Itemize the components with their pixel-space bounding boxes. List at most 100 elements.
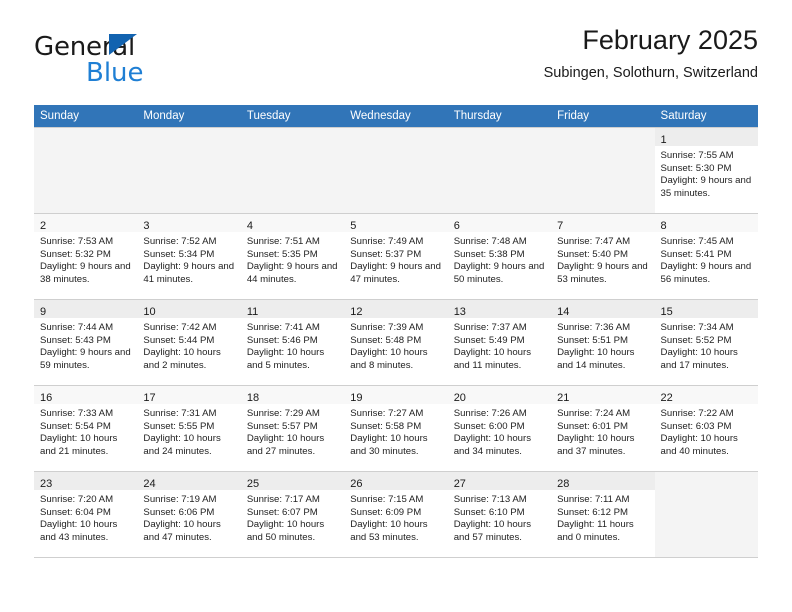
sunset-text: Sunset: 6:01 PM (557, 420, 629, 432)
day-4[interactable]: 4 Sunrise: 7:51 AM Sunset: 5:35 PM Daylight… (240, 213, 345, 299)
day-23[interactable]: 23 Sunrise: 7:20 AM Sunset: 6:04 PM Dayligh… (34, 471, 138, 557)
day-sun-info: Sunrise: 7:37 AM Sunset: 5:49 PM Daylight:… (448, 318, 551, 372)
day-2[interactable]: 2 Sunrise: 7:53 AM Sunset: 5:32 PM Daylight… (34, 213, 138, 299)
daylight-text: Daylight: 10 hours and 47 minutes. (143, 519, 221, 543)
sunset-text: Sunset: 5:54 PM (40, 420, 111, 432)
calendar-week-row: 23 Sunrise: 7:20 AM Sunset: 6:04 PM Dayligh… (34, 471, 758, 558)
sunrise-text: Sunrise: 7:22 AM (660, 408, 734, 419)
sunrise-text: Sunrise: 7:55 AM (660, 150, 734, 161)
day-3[interactable]: 3 Sunrise: 7:52 AM Sunset: 5:34 PM Daylight… (137, 213, 241, 299)
daylight-text: Daylight: 10 hours and 53 minutes. (350, 519, 428, 543)
day-number: 7 (557, 220, 564, 232)
sunset-text: Sunset: 5:57 PM (246, 420, 318, 432)
day-number: 18 (246, 392, 260, 404)
empty-day (447, 127, 552, 213)
day-26[interactable]: 26 Sunrise: 7:15 AM Sunset: 6:09 PM Dayligh… (344, 471, 448, 557)
sunset-text: Sunset: 5:48 PM (350, 334, 422, 346)
day-number: 1 (660, 134, 667, 146)
day-number: 22 (660, 392, 673, 404)
calendar-day-cell: 3 Sunrise: 7:52 AM Sunset: 5:34 PM Daylight… (137, 213, 241, 299)
sunrise-text: Sunrise: 7:53 AM (40, 236, 114, 247)
calendar-day-cell: 8 Sunrise: 7:45 AM Sunset: 5:41 PM Daylight… (654, 213, 758, 299)
day-5[interactable]: 5 Sunrise: 7:49 AM Sunset: 5:37 PM Daylight… (344, 213, 448, 299)
day-number: 25 (246, 478, 260, 490)
day-number: 13 (453, 306, 466, 318)
daylight-text: Daylight: 10 hours and 21 minutes. (40, 433, 118, 457)
day-20[interactable]: 20 Sunrise: 7:26 AM Sunset: 6:00 PM Dayligh… (447, 385, 552, 471)
day-number-bar: 15 (654, 300, 758, 318)
daylight-text: Daylight: 10 hours and 24 minutes. (143, 433, 221, 457)
empty-day (34, 127, 138, 213)
calendar-day-cell: 23 Sunrise: 7:20 AM Sunset: 6:04 PM Dayligh… (34, 471, 138, 558)
calendar-day-cell-empty (447, 127, 552, 213)
daylight-text: Daylight: 10 hours and 40 minutes. (660, 433, 738, 457)
daylight-text: Daylight: 10 hours and 17 minutes. (660, 347, 738, 371)
day-17[interactable]: 17 Sunrise: 7:31 AM Sunset: 5:55 PM Dayligh… (137, 385, 241, 471)
day-8[interactable]: 8 Sunrise: 7:45 AM Sunset: 5:41 PM Daylight… (654, 213, 758, 299)
title-block: February 2025 Subingen, Solothurn, Switz… (544, 24, 758, 84)
day-19[interactable]: 19 Sunrise: 7:27 AM Sunset: 5:58 PM Dayligh… (344, 385, 448, 471)
weekday-header-saturday: Saturday (654, 105, 758, 127)
day-28[interactable]: 28 Sunrise: 7:11 AM Sunset: 6:12 PM Dayligh… (551, 471, 655, 557)
day-18[interactable]: 18 Sunrise: 7:29 AM Sunset: 5:57 PM Dayligh… (240, 385, 345, 471)
sunrise-text: Sunrise: 7:26 AM (453, 408, 527, 419)
day-24[interactable]: 24 Sunrise: 7:19 AM Sunset: 6:06 PM Dayligh… (137, 471, 241, 557)
sunrise-text: Sunrise: 7:42 AM (143, 322, 217, 333)
sunset-text: Sunset: 5:34 PM (143, 248, 215, 260)
day-sun-info: Sunrise: 7:52 AM Sunset: 5:34 PM Daylight:… (137, 232, 240, 286)
day-1[interactable]: 1 Sunrise: 7:55 AM Sunset: 5:30 PM Daylight… (654, 127, 758, 213)
sunset-text: Sunset: 5:44 PM (143, 334, 215, 346)
day-sun-info: Sunrise: 7:34 AM Sunset: 5:52 PM Daylight:… (655, 318, 758, 372)
calendar-day-cell: 22 Sunrise: 7:22 AM Sunset: 6:03 PM Dayligh… (654, 385, 758, 471)
sunset-text: Sunset: 5:52 PM (660, 334, 732, 346)
sunset-text: Sunset: 6:12 PM (557, 506, 629, 518)
calendar-day-cell-empty (344, 127, 448, 213)
day-number-bar: 27 (447, 472, 552, 490)
sunrise-text: Sunrise: 7:36 AM (557, 322, 631, 333)
daylight-text: Daylight: 9 hours and 44 minutes. (246, 261, 338, 285)
calendar-day-cell: 14 Sunrise: 7:36 AM Sunset: 5:51 PM Dayligh… (551, 299, 655, 385)
page-header: General Blue February 2025 Subingen, Sol… (34, 24, 758, 100)
day-number: 5 (350, 220, 357, 232)
day-number-bar: 25 (240, 472, 345, 490)
day-number: 28 (557, 478, 570, 490)
calendar-day-cell: 17 Sunrise: 7:31 AM Sunset: 5:55 PM Dayligh… (137, 385, 241, 471)
day-16[interactable]: 16 Sunrise: 7:33 AM Sunset: 5:54 PM Dayligh… (34, 385, 138, 471)
sunrise-text: Sunrise: 7:29 AM (246, 408, 320, 419)
sunrise-text: Sunrise: 7:51 AM (246, 236, 320, 247)
day-9[interactable]: 9 Sunrise: 7:44 AM Sunset: 5:43 PM Daylight… (34, 299, 138, 385)
sunset-text: Sunset: 5:38 PM (453, 248, 525, 260)
day-11[interactable]: 11 Sunrise: 7:41 AM Sunset: 5:46 PM Dayligh… (240, 299, 345, 385)
day-sun-info: Sunrise: 7:22 AM Sunset: 6:03 PM Daylight:… (655, 404, 758, 458)
day-13[interactable]: 13 Sunrise: 7:37 AM Sunset: 5:49 PM Dayligh… (447, 299, 552, 385)
day-6[interactable]: 6 Sunrise: 7:48 AM Sunset: 5:38 PM Daylight… (447, 213, 552, 299)
day-10[interactable]: 10 Sunrise: 7:42 AM Sunset: 5:44 PM Dayligh… (137, 299, 241, 385)
day-21[interactable]: 21 Sunrise: 7:24 AM Sunset: 6:01 PM Dayligh… (551, 385, 655, 471)
day-sun-info: Sunrise: 7:27 AM Sunset: 5:58 PM Daylight:… (344, 404, 447, 458)
day-15[interactable]: 15 Sunrise: 7:34 AM Sunset: 5:52 PM Dayligh… (654, 299, 758, 385)
calendar-week-row: 16 Sunrise: 7:33 AM Sunset: 5:54 PM Dayligh… (34, 385, 758, 471)
day-number: 3 (143, 220, 150, 232)
sunset-text: Sunset: 5:58 PM (350, 420, 422, 432)
day-27[interactable]: 27 Sunrise: 7:13 AM Sunset: 6:10 PM Dayligh… (447, 471, 552, 557)
daylight-text: Daylight: 11 hours and 0 minutes. (557, 519, 634, 543)
day-number: 24 (143, 478, 156, 490)
sunset-text: Sunset: 6:00 PM (453, 420, 525, 432)
day-12[interactable]: 12 Sunrise: 7:39 AM Sunset: 5:48 PM Dayligh… (344, 299, 448, 385)
calendar-day-cell: 15 Sunrise: 7:34 AM Sunset: 5:52 PM Dayligh… (654, 299, 758, 385)
daylight-text: Daylight: 10 hours and 8 minutes. (350, 347, 428, 371)
brand-triangle-icon (109, 34, 137, 55)
daylight-text: Daylight: 9 hours and 41 minutes. (143, 261, 235, 285)
daylight-text: Daylight: 9 hours and 53 minutes. (557, 261, 648, 285)
day-7[interactable]: 7 Sunrise: 7:47 AM Sunset: 5:40 PM Daylight… (551, 213, 655, 299)
day-number: 16 (40, 392, 53, 404)
day-14[interactable]: 14 Sunrise: 7:36 AM Sunset: 5:51 PM Dayligh… (551, 299, 655, 385)
calendar-day-cell: 24 Sunrise: 7:19 AM Sunset: 6:06 PM Dayligh… (137, 471, 241, 558)
day-25[interactable]: 25 Sunrise: 7:17 AM Sunset: 6:07 PM Dayligh… (240, 471, 345, 557)
calendar-day-cell: 25 Sunrise: 7:17 AM Sunset: 6:07 PM Dayligh… (240, 471, 345, 558)
calendar-day-cell: 28 Sunrise: 7:11 AM Sunset: 6:12 PM Dayligh… (551, 471, 655, 558)
day-number-bar: 11 (240, 300, 345, 318)
day-22[interactable]: 22 Sunrise: 7:22 AM Sunset: 6:03 PM Dayligh… (654, 385, 758, 471)
daylight-text: Daylight: 10 hours and 14 minutes. (557, 347, 635, 371)
daylight-text: Daylight: 10 hours and 50 minutes. (246, 519, 325, 543)
